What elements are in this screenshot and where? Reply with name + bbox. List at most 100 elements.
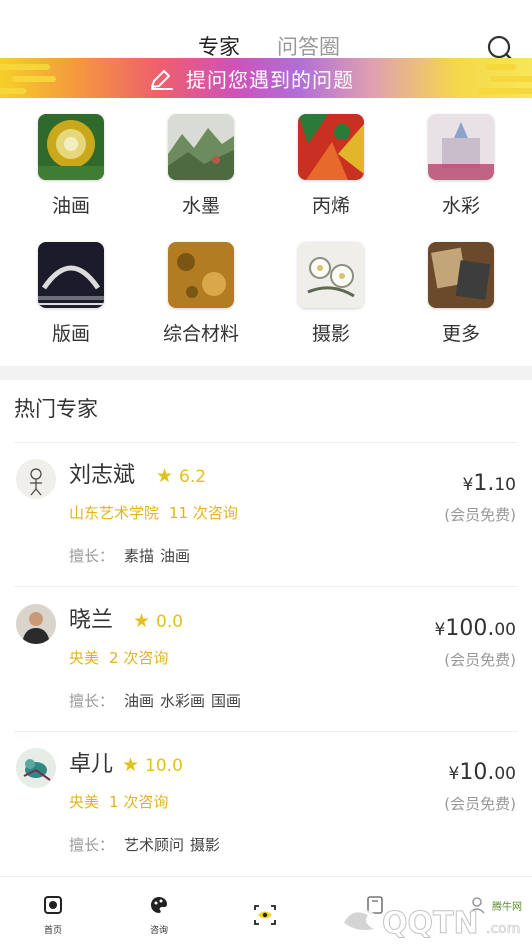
category-label: 摄影 xyxy=(311,323,350,345)
rating-value: 6.2 xyxy=(179,467,207,487)
expert-consult-count: 11 次咨询 xyxy=(169,504,238,522)
category-oil-painting[interactable]: 油画 xyxy=(21,104,121,220)
expert-meta: 央美 1 次咨询 xyxy=(69,792,168,812)
card-divider xyxy=(14,586,518,587)
category-thumbnail xyxy=(428,114,494,180)
expert-price: ¥1.10 xyxy=(463,471,516,496)
avatar[interactable] xyxy=(16,459,56,499)
category-label: 水墨 xyxy=(181,195,220,217)
star-icon: ★ xyxy=(133,610,151,632)
price-decimal: 00 xyxy=(494,764,516,784)
currency-symbol: ¥ xyxy=(448,764,460,784)
hot-experts-title: 热门专家 xyxy=(14,397,98,421)
pencil-icon xyxy=(148,69,174,91)
expert-org: 央美 xyxy=(69,649,100,667)
skills-label: 擅长： xyxy=(69,836,115,854)
expert-rating: ★ 0.0 xyxy=(133,610,183,633)
category-label: 版画 xyxy=(51,323,90,345)
star-icon: ★ xyxy=(122,754,140,776)
currency-symbol: ¥ xyxy=(434,620,446,640)
price-integer: 100. xyxy=(445,616,495,641)
category-label: 更多 xyxy=(441,323,480,345)
expert-rating: ★ 6.2 xyxy=(156,465,206,488)
banner-decoration xyxy=(490,76,532,82)
nav-label: 咨询 xyxy=(149,926,168,936)
nav-scan[interactable] xyxy=(212,877,318,946)
skills-label: 擅长： xyxy=(69,547,115,565)
skill-tag: 水彩画 xyxy=(160,692,206,710)
palette-icon xyxy=(149,895,169,915)
skill-tag: 摄影 xyxy=(190,836,221,854)
category-mixed-media[interactable]: 综合材料 xyxy=(151,232,251,348)
svg-text:.com: .com xyxy=(486,921,520,937)
category-label: 水彩 xyxy=(441,195,480,217)
banner-decoration xyxy=(486,64,516,70)
nav-label: 首页 xyxy=(43,926,62,936)
skills-label: 擅长： xyxy=(69,692,115,710)
banner-decoration xyxy=(0,64,50,70)
category-watercolor[interactable]: 水彩 xyxy=(411,104,511,220)
category-thumbnail xyxy=(38,114,104,180)
category-thumbnail xyxy=(168,114,234,180)
expert-card[interactable]: 刘志斌 ★ 6.2 山东艺术学院 11 次咨询 擅长： 素描 油画 ¥1.10 (会员免… xyxy=(0,443,532,587)
expert-card[interactable]: 卓儿 ★ 10.0 央美 1 次咨询 擅长： 艺术顾问 摄影 ¥10.00 (会员免费) xyxy=(0,732,532,876)
tab-qa-circle[interactable]: 问答圈 xyxy=(277,34,340,60)
category-photography[interactable]: 摄影 xyxy=(281,232,381,348)
price-integer: 1. xyxy=(473,471,495,496)
nav-consult[interactable]: 咨询 xyxy=(106,877,212,946)
banner-decoration xyxy=(12,76,56,82)
price-decimal: 00 xyxy=(494,620,516,640)
member-free-note: (会员免费) xyxy=(444,506,516,524)
category-label: 丙烯 xyxy=(311,195,350,217)
expert-skills: 擅长： 素描 油画 xyxy=(69,546,196,566)
skill-tag: 素描 xyxy=(124,547,155,565)
expert-name: 晓兰 xyxy=(69,608,114,633)
skill-tag: 国画 xyxy=(211,692,242,710)
price-decimal: 10 xyxy=(494,475,516,495)
category-thumbnail xyxy=(298,242,364,308)
rating-value: 10.0 xyxy=(145,756,183,776)
banner-text: 提问您遇到的问题 xyxy=(186,68,354,92)
section-separator xyxy=(0,366,532,380)
expert-name: 刘志斌 xyxy=(69,463,136,488)
ask-question-banner[interactable]: 提问您遇到的问题 xyxy=(0,58,532,98)
avatar[interactable] xyxy=(16,748,56,788)
expert-rating: ★ 10.0 xyxy=(122,754,183,777)
svg-text:QQTN: QQTN xyxy=(382,906,479,941)
scan-eye-icon xyxy=(253,903,277,927)
expert-org: 央美 xyxy=(69,793,100,811)
price-integer: 10. xyxy=(459,760,495,785)
expert-org: 山东艺术学院 xyxy=(69,504,160,522)
category-thumbnail xyxy=(168,242,234,308)
tab-experts[interactable]: 专家 xyxy=(198,34,240,60)
category-label: 油画 xyxy=(51,195,90,217)
skill-tag: 油画 xyxy=(160,547,191,565)
member-free-note: (会员免费) xyxy=(444,795,516,813)
expert-name: 卓儿 xyxy=(69,752,114,777)
category-more[interactable]: 更多 xyxy=(411,232,511,348)
category-thumbnail xyxy=(38,242,104,308)
category-acrylic[interactable]: 丙烯 xyxy=(281,104,381,220)
watermark-text: 腾牛网 xyxy=(492,902,522,913)
category-grid: 油画 水墨 丙烯 水彩 版画 综合材料 摄影 更多 xyxy=(0,104,532,366)
category-printmaking[interactable]: 版画 xyxy=(21,232,121,348)
expert-consult-count: 2 次咨询 xyxy=(109,649,169,667)
star-icon: ★ xyxy=(156,465,174,487)
home-icon xyxy=(43,895,63,915)
expert-consult-count: 1 次咨询 xyxy=(109,793,169,811)
expert-price: ¥10.00 xyxy=(449,760,516,785)
expert-card[interactable]: 晓兰 ★ 0.0 央美 2 次咨询 擅长： 油画 水彩画 国画 ¥100.00 (会员免费… xyxy=(0,588,532,732)
currency-symbol: ¥ xyxy=(462,475,474,495)
avatar[interactable] xyxy=(16,604,56,644)
rating-value: 0.0 xyxy=(156,612,184,632)
expert-skills: 擅长： 艺术顾问 摄影 xyxy=(69,835,226,855)
banner-decoration xyxy=(478,88,532,94)
top-tab-bar: 专家 问答圈 xyxy=(0,0,532,63)
skill-tag: 艺术顾问 xyxy=(124,836,185,854)
member-free-note: (会员免费) xyxy=(444,651,516,669)
nav-home[interactable]: 首页 xyxy=(0,877,106,946)
banner-decoration xyxy=(0,88,26,94)
category-ink-wash[interactable]: 水墨 xyxy=(151,104,251,220)
expert-meta: 央美 2 次咨询 xyxy=(69,648,168,668)
skill-tag: 油画 xyxy=(124,692,155,710)
